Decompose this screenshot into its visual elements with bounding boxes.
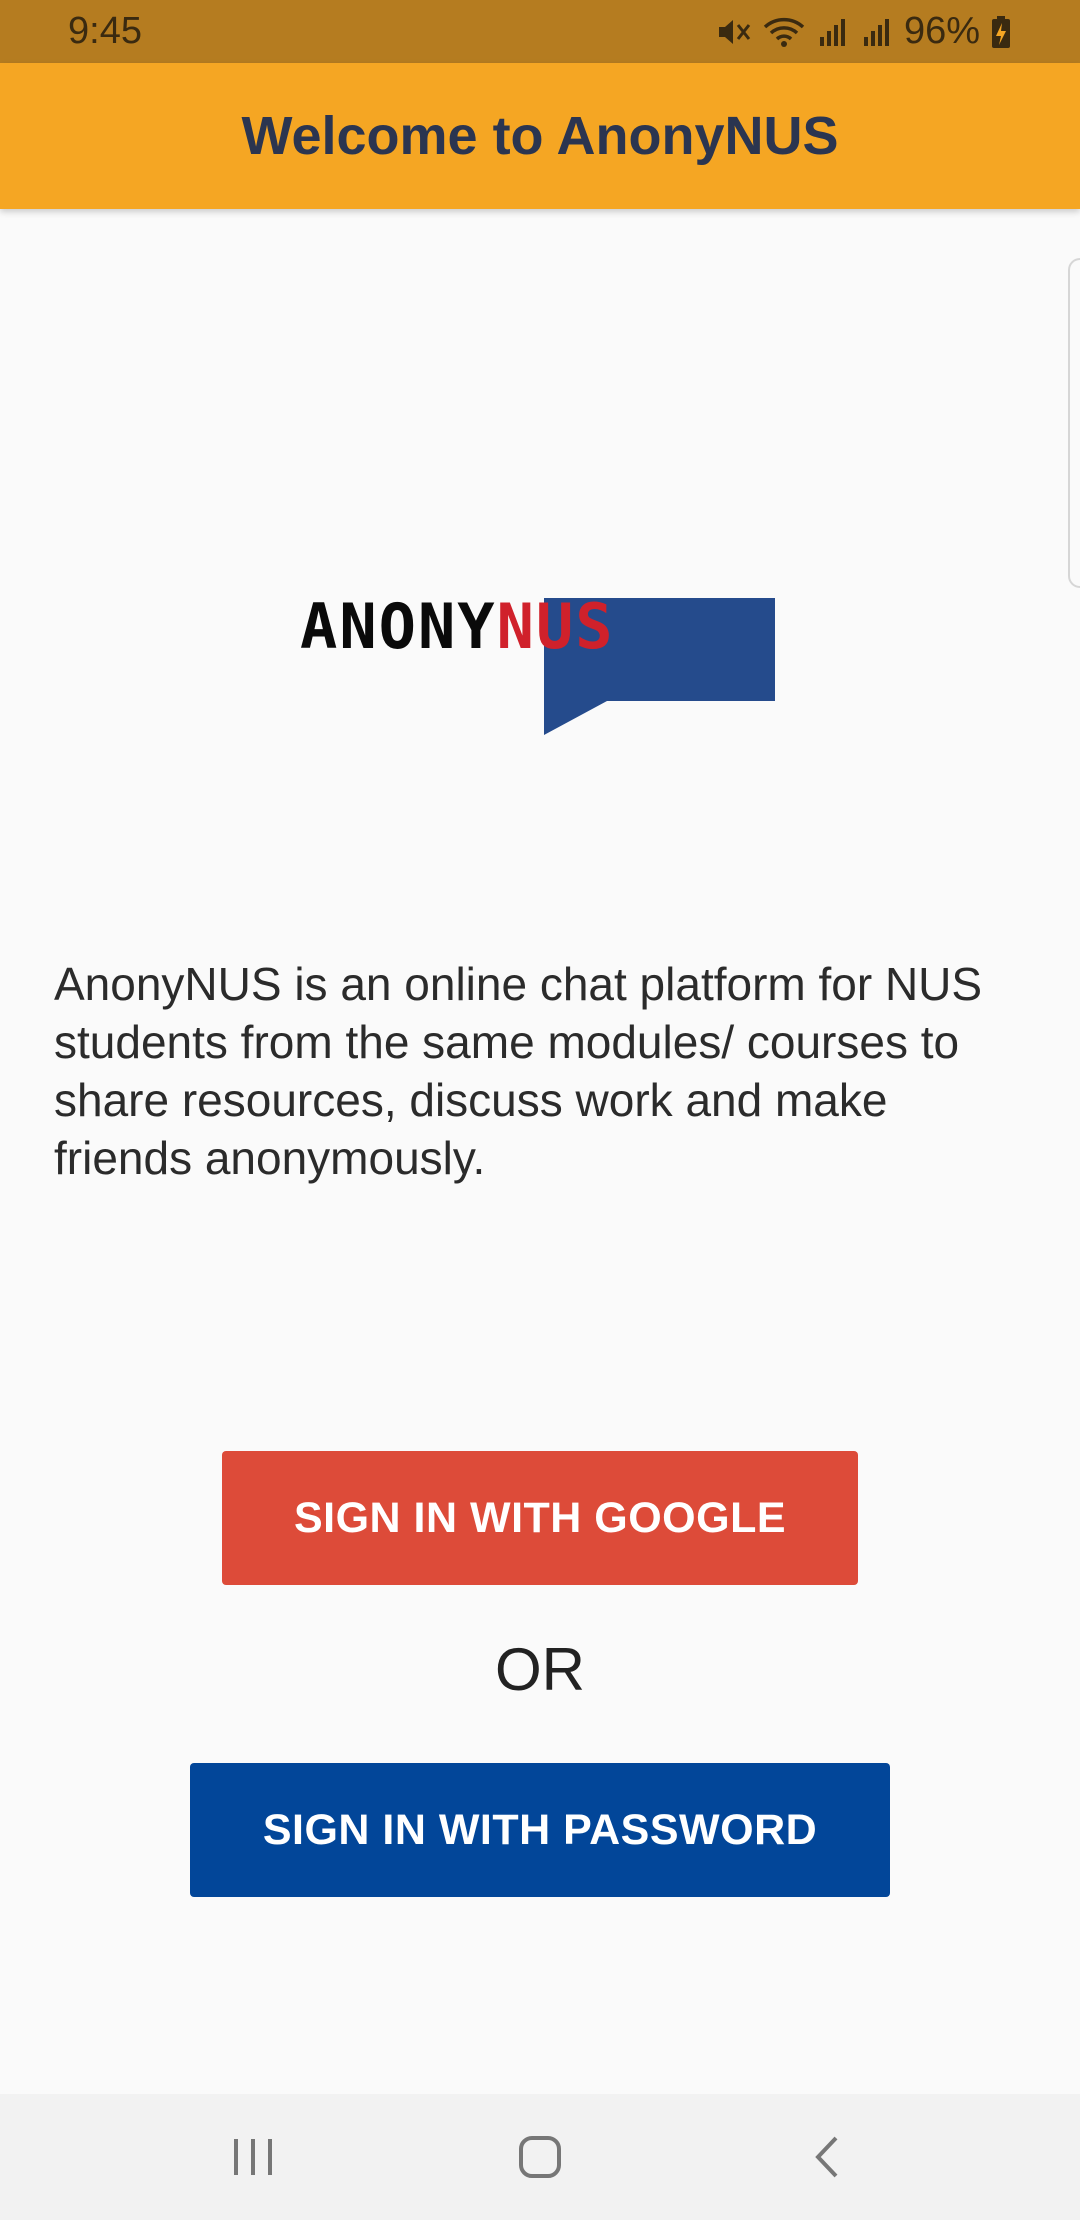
recents-button[interactable]	[193, 2107, 313, 2207]
battery-percent: 96%	[903, 10, 980, 52]
sign-in-password-button[interactable]: SIGN IN WITH PASSWORD	[190, 1763, 890, 1897]
signal-icon	[819, 18, 845, 46]
logo-text-nus: NUS	[496, 590, 615, 663]
mute-icon	[718, 19, 751, 44]
page-title: Welcome to AnonyNUS	[241, 106, 839, 166]
app-description: AnonyNUS is an online chat platform for …	[54, 958, 983, 1184]
status-icons: 96%	[716, 10, 1012, 53]
back-button[interactable]	[767, 2107, 887, 2207]
home-button[interactable]	[480, 2107, 600, 2207]
logo-text-anony: ANONY	[300, 590, 497, 663]
or-divider-text: OR	[495, 1636, 585, 1703]
back-icon	[814, 2136, 838, 2178]
home-icon	[518, 2136, 561, 2178]
edge-panel-handle[interactable]	[1068, 258, 1080, 588]
app-bar: Welcome to AnonyNUS	[0, 63, 1080, 209]
navigation-bar	[0, 2094, 1080, 2220]
anonynus-logo: ANONYNUS	[300, 592, 780, 742]
recents-icon	[234, 2139, 273, 2175]
battery-charging-icon	[992, 15, 1010, 48]
logo-wordmark: ANONYNUS	[300, 592, 615, 662]
status-bar: 9:45 96%	[0, 0, 1080, 63]
status-time: 9:45	[68, 10, 142, 52]
sign-in-google-button[interactable]: SIGN IN WITH GOOGLE	[222, 1451, 858, 1585]
wifi-icon	[763, 17, 805, 47]
signal-icon	[863, 18, 889, 46]
